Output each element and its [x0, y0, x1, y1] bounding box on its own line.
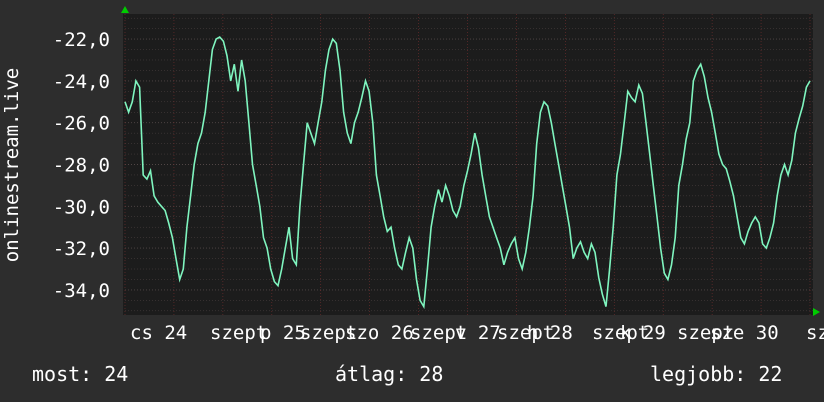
- y-tick-label: -22,0: [53, 29, 110, 51]
- x-axis-arrow: [813, 308, 820, 316]
- best-value: legjobb: 22: [650, 362, 783, 386]
- x-tick-label: p 25: [260, 322, 306, 344]
- x-axis-ticks: cs 24 szeptp 25szeptszo 26szeptv 27szepth…: [130, 322, 824, 344]
- current-value: most: 24: [32, 362, 129, 386]
- x-tick-label: sze 30: [710, 322, 779, 344]
- y-tick-label: -34,0: [53, 280, 110, 302]
- y-axis-arrow: [121, 6, 129, 13]
- y-tick-label: -28,0: [53, 155, 110, 177]
- y-tick-label: -32,0: [53, 238, 110, 260]
- y-tick-label: -26,0: [53, 113, 110, 135]
- temperature-chart: -22,0 -24,0 -26,0 -28,0 -30,0 -32,0 -34,0 cs 2…: [1, 6, 824, 344]
- x-tick-label: szept: [210, 322, 267, 344]
- x-tick-label: v 27: [455, 322, 501, 344]
- y-axis-ticks: -22,0 -24,0 -26,0 -28,0 -30,0 -32,0 -34,0: [53, 29, 110, 302]
- x-tick-label: szo 26: [345, 322, 414, 344]
- y-axis-label: onlinestream.live: [1, 68, 23, 262]
- x-tick-label: sze: [806, 322, 824, 344]
- x-tick-label: k 29: [620, 322, 666, 344]
- x-tick-label: h 28: [527, 322, 573, 344]
- x-tick-label: cs 24: [130, 322, 187, 344]
- y-tick-label: -24,0: [53, 71, 110, 93]
- average-value: átlag: 28: [335, 362, 444, 386]
- y-tick-label: -30,0: [53, 196, 110, 218]
